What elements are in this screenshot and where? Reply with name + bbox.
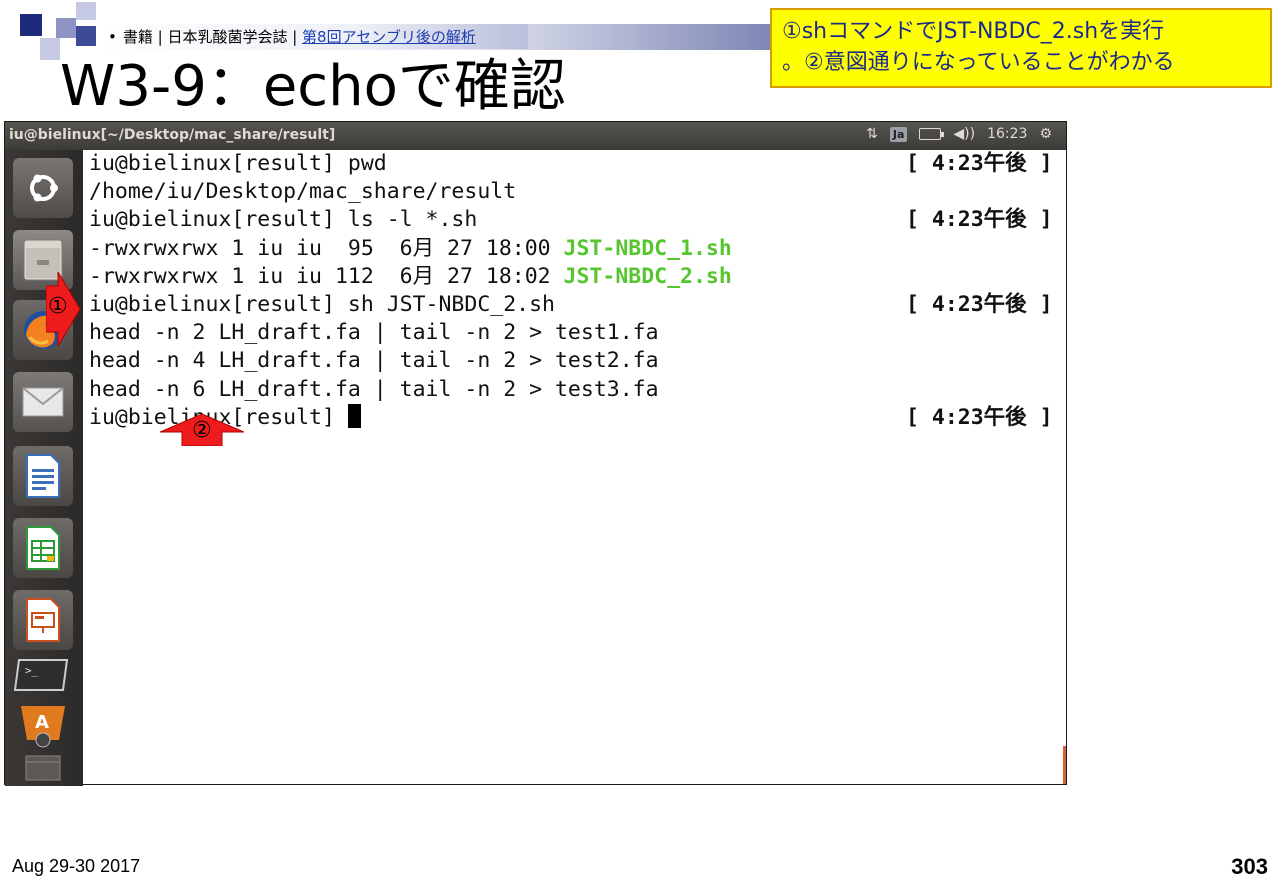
svg-text:A: A [35, 712, 49, 733]
terminal-line: iu@bielinux[result] sh JST-NBDC_2.sh [ 4:… [89, 291, 1053, 319]
page-number: 303 [1231, 854, 1268, 879]
input-method-indicator[interactable]: Ja [889, 126, 908, 142]
settings-gear-icon[interactable]: ⚙ [1039, 126, 1052, 142]
terminal-scrollbar[interactable] [1063, 746, 1066, 784]
decor-square-pale [40, 38, 60, 60]
launcher: >_ A [5, 150, 83, 786]
arrow-annotation-1: ① [45, 270, 82, 350]
breadcrumb-link[interactable]: 第8回アセンブリ後の解析 [302, 28, 476, 46]
terminal-text: head -n 6 LH_draft.fa | tail -n 2 > test… [89, 376, 659, 402]
trash-icon[interactable] [13, 750, 73, 784]
ubuntu-desktop: iu@bielinux[~/Desktop/mac_share/result] … [4, 121, 1067, 786]
terminal-icon[interactable]: >_ [13, 656, 73, 696]
slide-title: W3-9：echoで確認 [60, 54, 566, 119]
terminal-line: head -n 2 LH_draft.fa | tail -n 2 > test… [89, 319, 1049, 347]
terminal-line: head -n 4 LH_draft.fa | tail -n 2 > test… [89, 347, 1049, 375]
terminal-text: /home/iu/Desktop/mac_share/result [89, 179, 517, 205]
dash-home-icon[interactable] [13, 158, 73, 218]
terminal-text: head -n 2 LH_draft.fa | tail -n 2 > test… [89, 320, 659, 346]
prompt-timestamp: [ 4:23午後 ] [906, 291, 1053, 317]
callout-box: ①shコマンドでJST-NBDC_2.shを実行 。②意図通りになっていることが… [770, 8, 1272, 88]
terminal-line: head -n 6 LH_draft.fa | tail -n 2 > test… [89, 376, 1049, 404]
breadcrumb: • 書籍 | 日本乳酸菌学会誌 | 第8回アセンブリ後の解析 [108, 26, 476, 48]
terminal-line: /home/iu/Desktop/mac_share/result [89, 178, 1049, 206]
terminal-window[interactable]: iu@bielinux[result] pwd [ 4:23午後 ] /home/i… [83, 150, 1066, 784]
decor-square-mid [56, 18, 76, 38]
libreoffice-calc-icon[interactable] [13, 518, 73, 578]
terminal-text: -rwxrwxrwx 1 iu iu 112 6月 27 18:02 [89, 263, 564, 289]
window-title: iu@bielinux[~/Desktop/mac_share/result] [9, 127, 336, 143]
terminal-text: -rwxrwxrwx 1 iu iu 95 6月 27 18:00 [89, 235, 564, 261]
slide: • 書籍 | 日本乳酸菌学会誌 | 第8回アセンブリ後の解析 W3-9：echoで… [0, 0, 1280, 886]
libreoffice-impress-icon[interactable] [13, 590, 73, 650]
callout-line-2: 。②意図通りになっていることがわかる [782, 50, 1175, 75]
terminal-output: iu@bielinux[result] pwd [ 4:23午後 ] /home/i… [89, 150, 1053, 432]
software-center-icon[interactable]: A [13, 694, 73, 750]
terminal-text: iu@bielinux[result] sh JST-NBDC_2.sh [89, 291, 555, 317]
prompt-timestamp: [ 4:23午後 ] [906, 151, 1053, 176]
terminal-line: iu@bielinux[result] ls -l *.sh [ 4:23午後 ] [89, 206, 1053, 234]
text-cursor [347, 403, 361, 428]
volume-icon[interactable]: ◀)) [953, 126, 975, 142]
script-filename: JST-NBDC_2.sh [563, 263, 732, 289]
decor-square-dark [20, 14, 42, 36]
terminal-text: iu@bielinux[result] pwd [89, 151, 387, 176]
network-icon[interactable]: ⇅ [866, 126, 878, 142]
arrow-label-2: ② [192, 418, 212, 443]
terminal-line: -rwxrwxrwx 1 iu iu 112 6月 27 18:02 JST-N… [89, 263, 1049, 291]
terminal-text: iu@bielinux[result] ls -l *.sh [89, 207, 478, 233]
arrow-label-1: ① [48, 294, 68, 319]
top-panel: iu@bielinux[~/Desktop/mac_share/result] … [5, 122, 1066, 150]
decor-square-light [76, 2, 96, 20]
footer-date: Aug 29-30 2017 [12, 856, 141, 876]
terminal-line: -rwxrwxrwx 1 iu iu 95 6月 27 18:00 JST-NB… [89, 235, 1049, 263]
svg-text:>_: >_ [25, 664, 39, 677]
prompt-timestamp: [ 4:23午後 ] [906, 207, 1053, 233]
breadcrumb-text: 書籍 | 日本乳酸菌学会誌 | [122, 28, 303, 46]
decor-square-dark2 [76, 26, 96, 46]
arrow-annotation-2: ② [159, 413, 245, 450]
bullet: • [108, 28, 117, 46]
indicator-area: ⇅ Ja ◀)) 16:23 ⚙ [866, 126, 1052, 142]
mail-icon[interactable] [13, 372, 73, 432]
callout-line-1: ①shコマンドでJST-NBDC_2.shを実行 [782, 19, 1165, 44]
battery-icon[interactable] [919, 128, 945, 140]
terminal-line: iu@bielinux[result] pwd [ 4:23午後 ] [89, 150, 1053, 178]
script-filename: JST-NBDC_1.sh [563, 235, 732, 261]
clock[interactable]: 16:23 [987, 126, 1027, 142]
terminal-text: head -n 4 LH_draft.fa | tail -n 2 > test… [89, 348, 659, 374]
libreoffice-writer-icon[interactable] [13, 446, 73, 506]
prompt-timestamp: [ 4:23午後 ] [906, 404, 1053, 430]
